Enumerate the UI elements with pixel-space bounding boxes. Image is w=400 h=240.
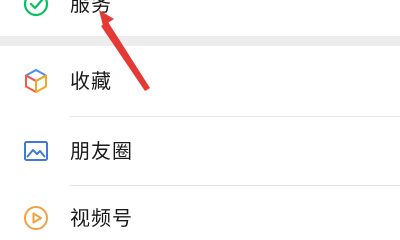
section-separator	[0, 36, 400, 46]
favorites-cube-icon	[22, 67, 50, 95]
menu-item-label: 收藏	[70, 69, 112, 93]
menu-item-label: 服务	[70, 0, 112, 16]
menu-item-label: 朋友圈	[70, 139, 133, 163]
menu-item-moments[interactable]: 朋友圈	[0, 117, 400, 185]
channels-play-icon	[22, 204, 50, 232]
menu-item-channels[interactable]: 视频号	[0, 186, 400, 240]
menu-item-services[interactable]: 服务	[0, 0, 400, 36]
services-icon	[22, 0, 50, 18]
menu-item-label: 视频号	[70, 206, 133, 230]
moments-picture-icon	[22, 137, 50, 165]
menu-item-favorites[interactable]: 收藏	[0, 46, 400, 116]
